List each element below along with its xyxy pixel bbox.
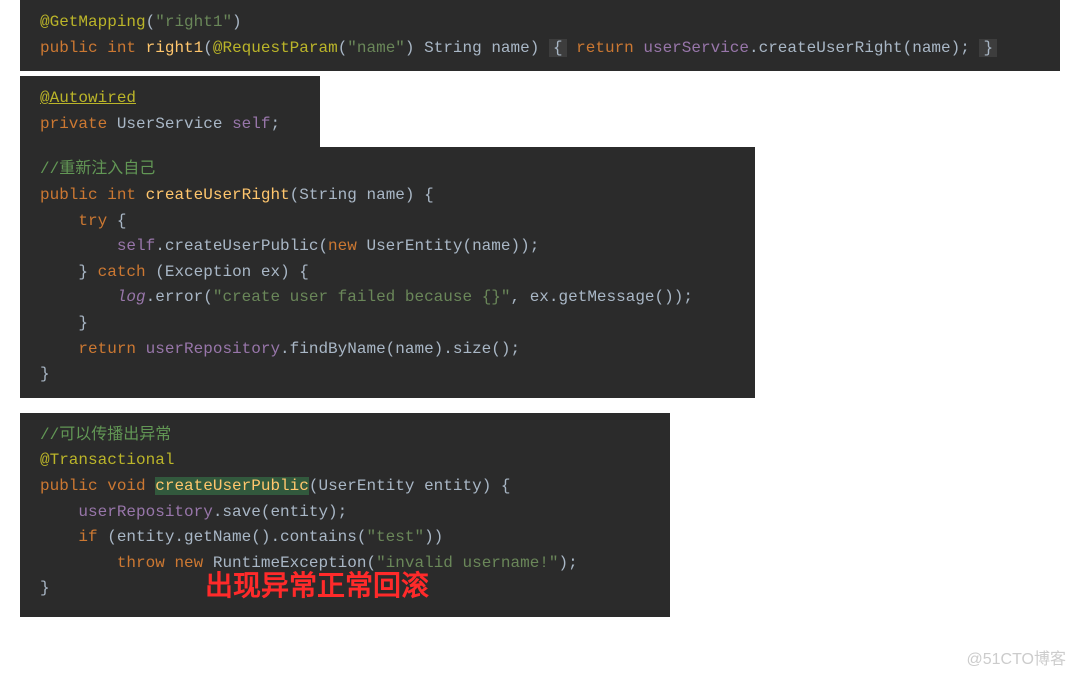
annotation-autowired: @Autowired (40, 89, 136, 107)
annotation-rollback-text: 出现异常正常回滚 (205, 564, 429, 609)
comment-reinject: //重新注入自己 (40, 160, 155, 178)
code-block-3: //重新注入自己 public int createUserRight(Stri… (20, 147, 755, 397)
method-createUserRight: createUserRight (146, 186, 290, 204)
watermark: @51CTO博客 (966, 647, 1066, 673)
annotation-transactional: @Transactional (40, 451, 174, 469)
method-createUserPublic: createUserPublic (155, 477, 309, 495)
method-right1: right1 (146, 39, 204, 57)
code-block-1: @GetMapping("right1") public int right1(… (20, 0, 1060, 71)
code-block-4: //可以传播出异常 @Transactional public void cre… (20, 413, 670, 617)
annotation-getmapping: @GetMapping (40, 13, 146, 31)
code-block-2: @Autowired private UserService self; (20, 76, 320, 147)
comment-propagate: //可以传播出异常 (40, 426, 171, 444)
